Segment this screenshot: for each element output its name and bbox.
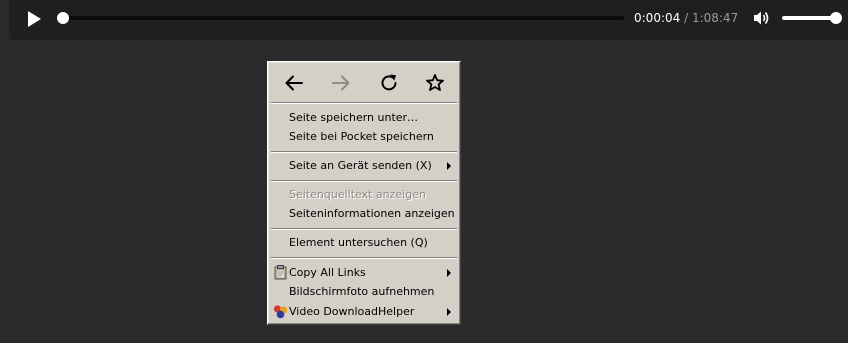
back-arrow-icon[interactable] bbox=[282, 71, 306, 95]
menu-item-label: Element untersuchen (Q) bbox=[289, 236, 428, 249]
video-player-controls: 0:00:04 / 1:08:47 bbox=[10, 0, 848, 38]
menu-item-save-to-pocket[interactable]: Seite bei Pocket speichern bbox=[271, 127, 457, 146]
menu-item-copy-all-links[interactable]: Copy All Links bbox=[271, 263, 457, 282]
menu-item-label: Seiteninformationen anzeigen bbox=[289, 207, 455, 220]
menu-item-label: Seite speichern unter… bbox=[289, 111, 419, 124]
reload-icon[interactable] bbox=[377, 71, 401, 95]
menu-item-label: Seite an Gerät senden (X) bbox=[289, 159, 432, 172]
menu-separator bbox=[271, 102, 457, 104]
context-menu-navigation bbox=[268, 64, 460, 101]
menu-item-label: Video DownloadHelper bbox=[289, 305, 415, 318]
time-separator: / bbox=[680, 11, 692, 25]
menu-item-label: Seitenquelltext anzeigen bbox=[289, 188, 426, 201]
menu-separator bbox=[271, 228, 457, 230]
video-downloadhelper-icon bbox=[273, 304, 288, 319]
context-menu: Seite speichern unter… Seite bei Pocket … bbox=[267, 61, 461, 325]
menu-item-video-downloadhelper[interactable]: Video DownloadHelper bbox=[271, 302, 457, 321]
volume-handle[interactable] bbox=[830, 12, 842, 24]
seek-bar[interactable] bbox=[56, 12, 624, 24]
menu-item-view-page-source[interactable]: Seitenquelltext anzeigen bbox=[271, 185, 457, 204]
menu-item-label: Bildschirmfoto aufnehmen bbox=[289, 285, 435, 298]
clipboard-icon bbox=[273, 265, 288, 280]
submenu-arrow-icon bbox=[447, 308, 451, 316]
menu-separator bbox=[271, 257, 457, 259]
volume-icon[interactable] bbox=[753, 10, 771, 26]
play-icon[interactable] bbox=[28, 11, 41, 27]
menu-separator bbox=[271, 151, 457, 153]
seek-handle[interactable] bbox=[56, 12, 69, 24]
menu-item-view-page-info[interactable]: Seiteninformationen anzeigen bbox=[271, 204, 457, 223]
submenu-arrow-icon bbox=[447, 162, 451, 170]
forward-arrow-icon[interactable] bbox=[329, 71, 353, 95]
current-time: 0:00:04 bbox=[634, 11, 681, 25]
volume-level bbox=[782, 16, 836, 20]
menu-item-inspect-element[interactable]: Element untersuchen (Q) bbox=[271, 233, 457, 252]
menu-item-label: Copy All Links bbox=[289, 266, 366, 279]
duration: 1:08:47 bbox=[691, 11, 739, 25]
menu-item-take-screenshot[interactable]: Bildschirmfoto aufnehmen bbox=[271, 282, 457, 301]
menu-item-save-page-as[interactable]: Seite speichern unter… bbox=[271, 108, 457, 127]
time-display: 0:00:04 / 1:08:47 bbox=[634, 11, 738, 25]
submenu-arrow-icon bbox=[447, 269, 451, 277]
bookmark-star-icon[interactable] bbox=[423, 71, 447, 95]
menu-item-send-to-device[interactable]: Seite an Gerät senden (X) bbox=[271, 156, 457, 175]
menu-separator bbox=[271, 180, 457, 182]
menu-item-label: Seite bei Pocket speichern bbox=[289, 130, 434, 143]
volume-slider[interactable] bbox=[782, 12, 842, 24]
